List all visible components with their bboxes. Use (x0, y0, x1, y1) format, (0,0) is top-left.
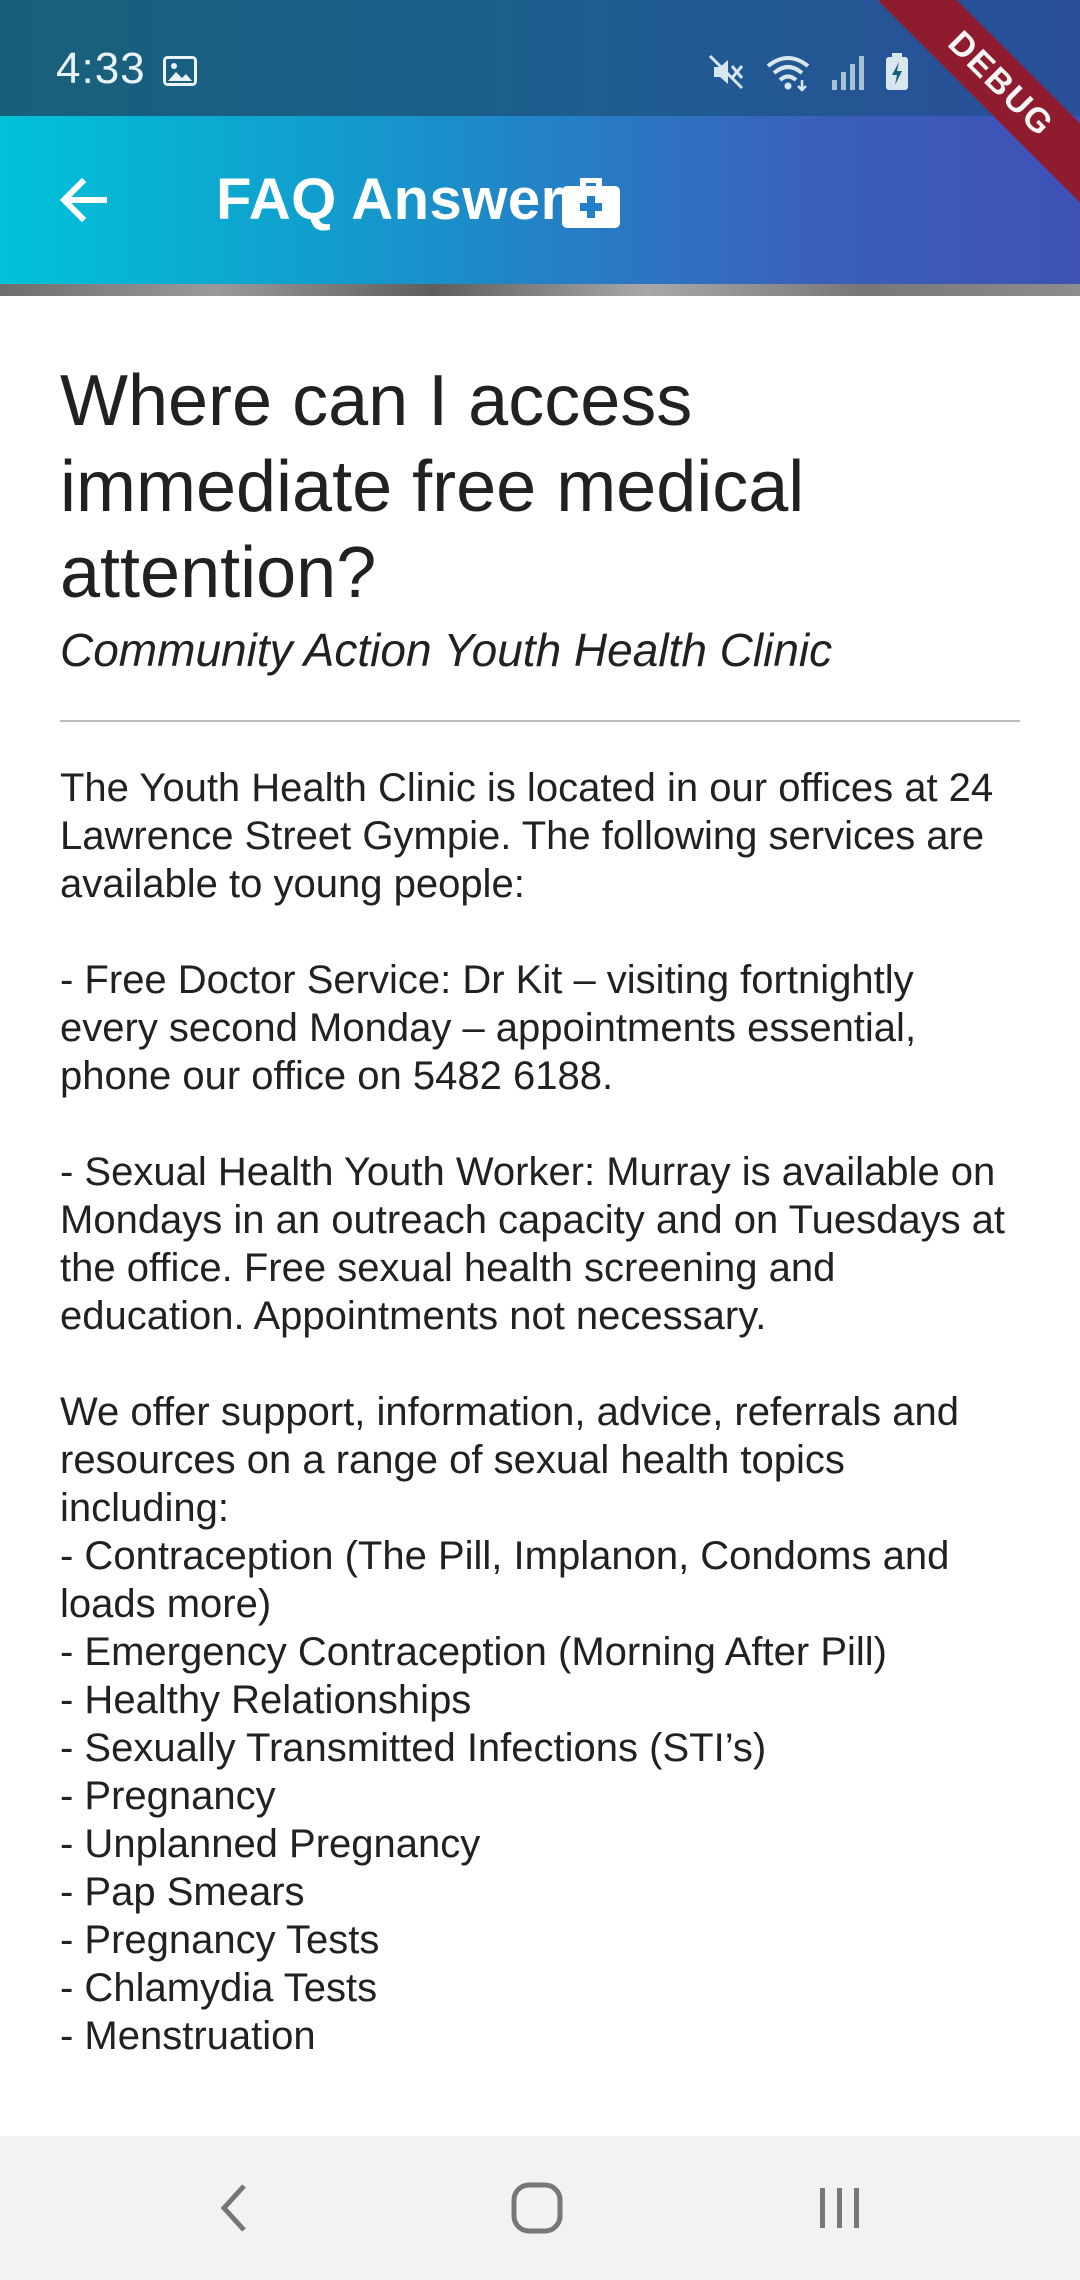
faq-question: Where can I access immediate free medica… (60, 361, 805, 613)
battery-charging-icon (886, 53, 908, 90)
screen: 4:33 DEBUG FAQ Answer Where can I access… (0, 0, 1080, 2280)
app-bar-texture (0, 284, 1080, 296)
nav-recents-icon (820, 2188, 859, 2228)
back-arrow-icon (59, 177, 107, 223)
faq-source: Community Action Youth Health Clinic (60, 624, 833, 676)
status-time: 4:33 (56, 44, 146, 93)
nav-back-icon (220, 2184, 246, 2232)
nav-home-button[interactable] (505, 2176, 569, 2240)
app-bar: FAQ Answer (0, 116, 1080, 284)
nav-back-button[interactable] (202, 2176, 266, 2240)
mute-icon (708, 54, 744, 90)
signal-icon (832, 56, 864, 90)
faq-content: Where can I access immediate free medica… (60, 296, 1020, 2060)
status-icons (706, 50, 910, 94)
back-button[interactable] (40, 156, 128, 244)
faq-answer: The Youth Health Clinic is located in ou… (60, 766, 1006, 2058)
nav-home-icon (511, 2182, 563, 2234)
nav-recents-button[interactable] (808, 2176, 872, 2240)
divider (60, 720, 1020, 722)
medical-kit-icon (562, 178, 620, 228)
system-nav-bar (0, 2136, 1080, 2280)
wifi-icon (766, 56, 810, 92)
page-title: FAQ Answer (216, 167, 564, 232)
gallery-icon (163, 56, 197, 86)
